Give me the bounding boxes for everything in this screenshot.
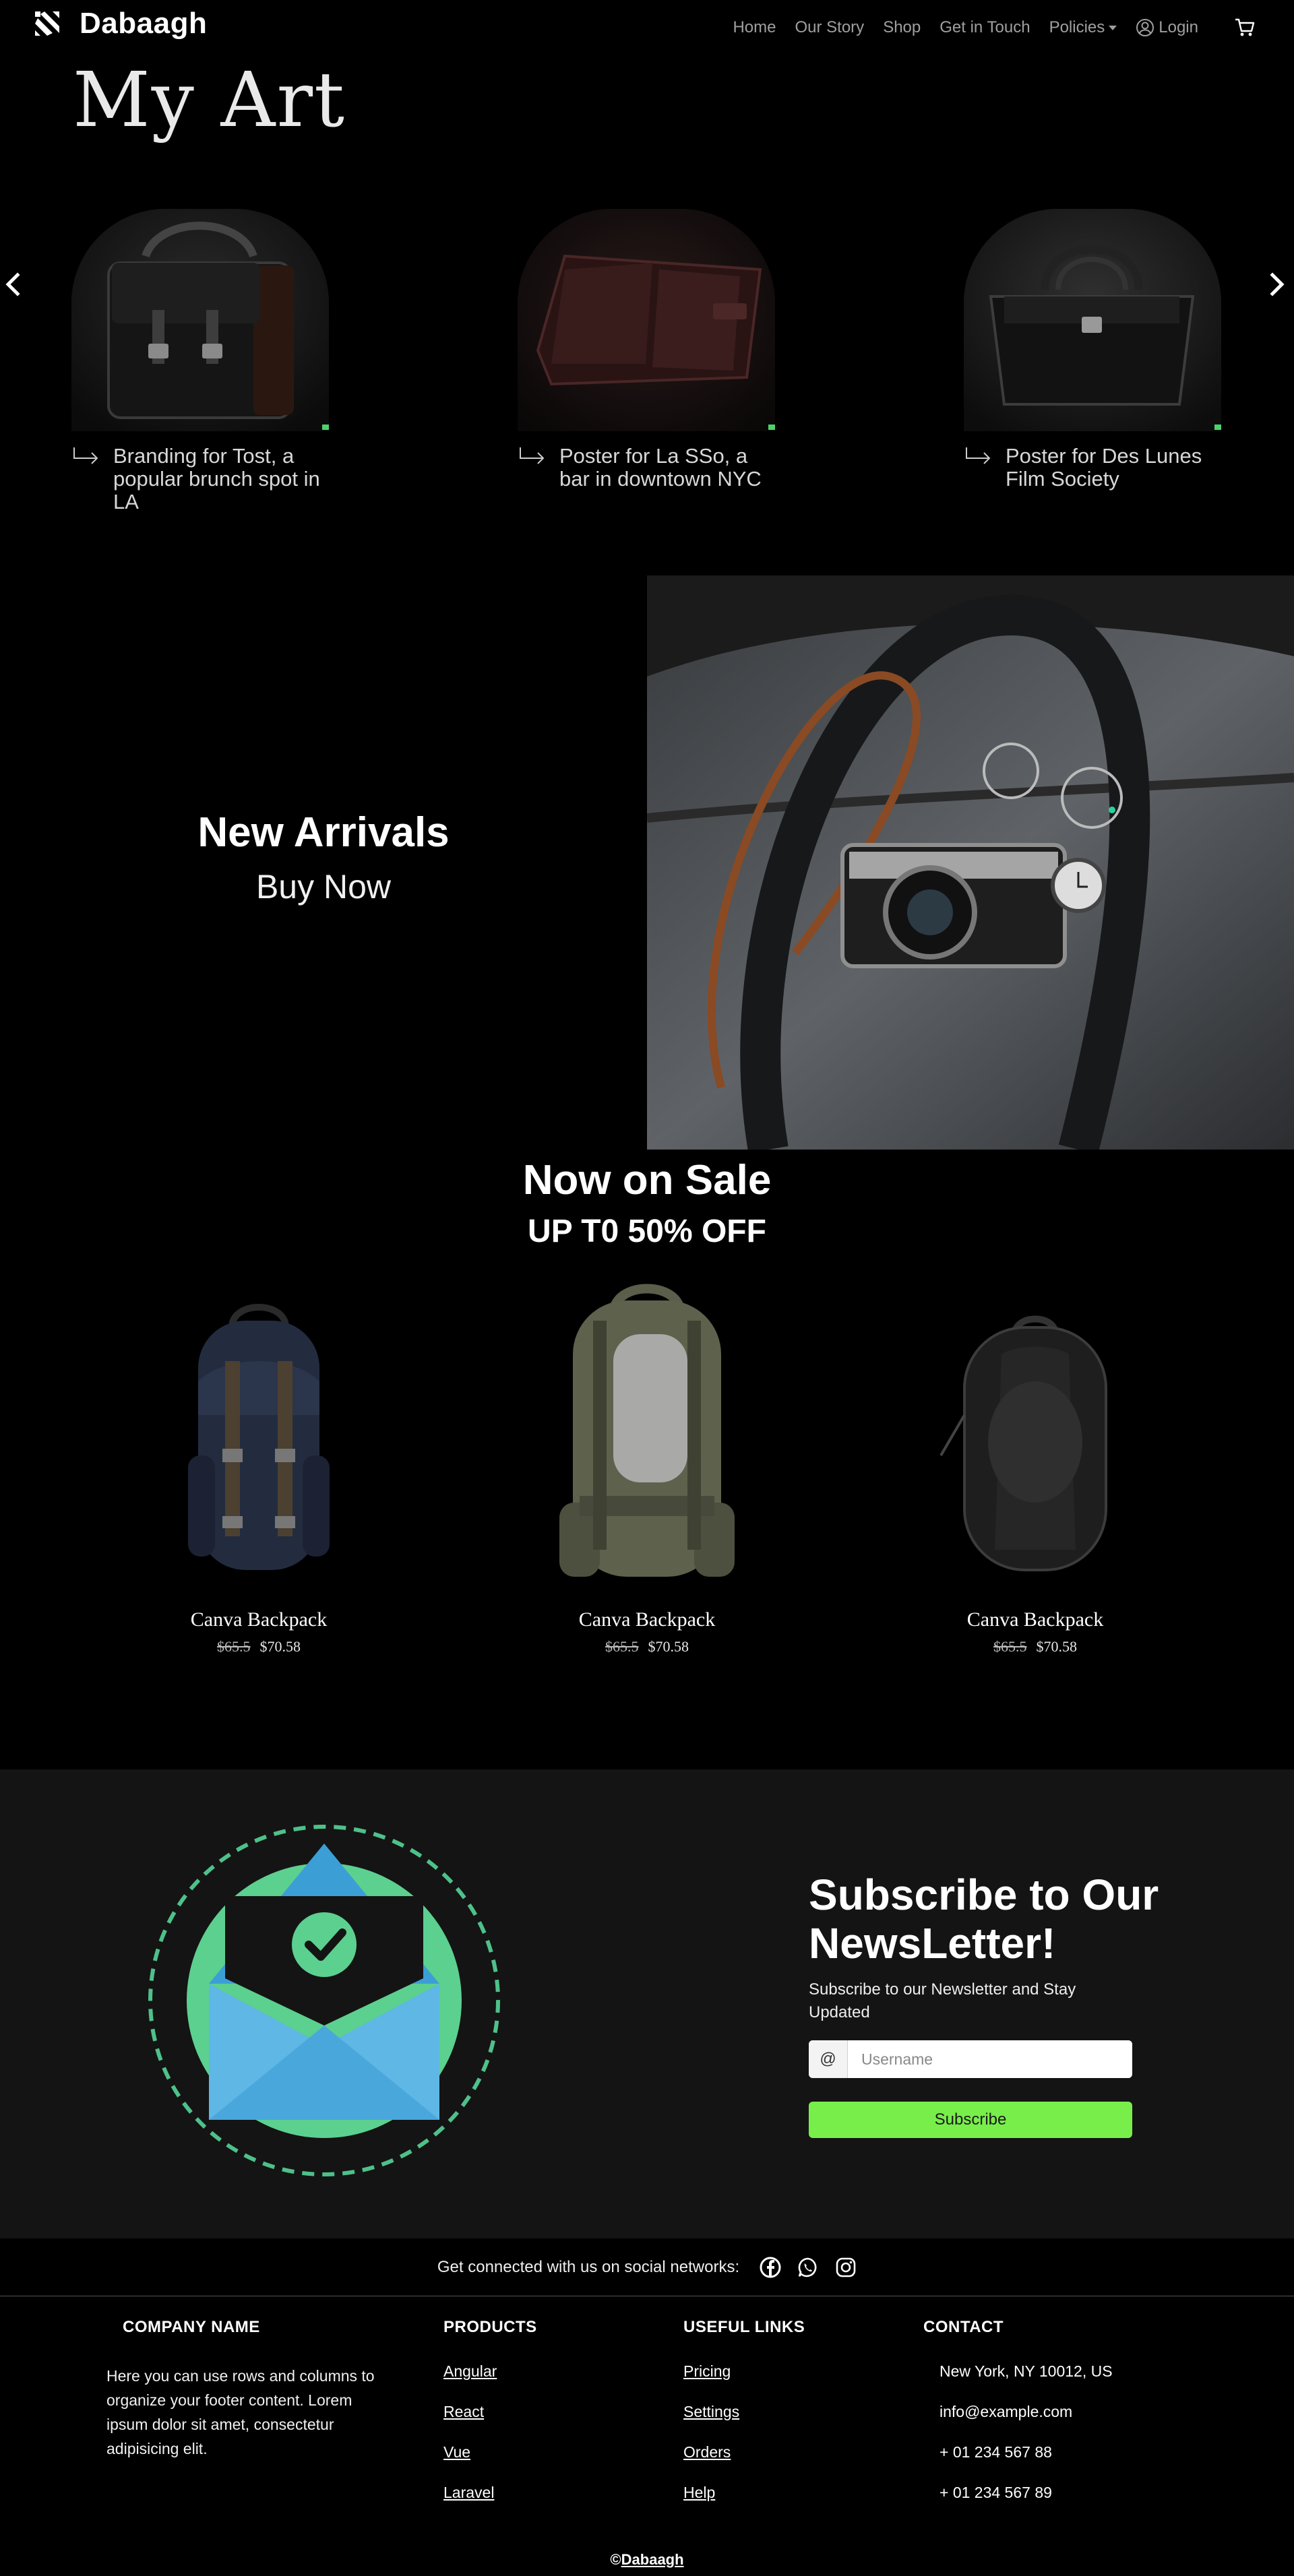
brand-name: Dabaagh xyxy=(80,7,208,40)
footer-link-react[interactable]: React xyxy=(443,2403,537,2443)
footer-company-text: Here you can use rows and columns to org… xyxy=(106,2367,375,2457)
old-price: $65.5 xyxy=(993,1638,1027,1655)
sale-title: Now on Sale xyxy=(522,1157,772,1203)
newsletter-description: Subscribe to our Newsletter and Stay Upd… xyxy=(809,1980,1076,2021)
corner-arrow-icon xyxy=(520,447,545,464)
slide-caption-text: Poster for La SSo, a bar in downtown NYC xyxy=(559,444,762,491)
footer-link-vue[interactable]: Vue xyxy=(443,2443,537,2484)
brand[interactable]: Dabaagh xyxy=(32,7,207,40)
social-bar: Get connected with us on social networks… xyxy=(0,2238,1294,2296)
newsletter-input-group: @ xyxy=(809,2040,1132,2078)
product-card[interactable]: Canva Backpack $65.5 $70.58 xyxy=(900,1280,1170,1656)
footer-link-settings[interactable]: Settings xyxy=(683,2403,805,2443)
page: Dabaagh Home Our Story Shop Get in Touch… xyxy=(0,0,1294,2576)
footer-link-angular[interactable]: Angular xyxy=(443,2362,537,2403)
contact-address: New York, NY 10012, US xyxy=(939,2362,1113,2380)
copyright: ©Dabaagh xyxy=(0,2551,1294,2569)
subscribe-button[interactable]: Subscribe xyxy=(809,2102,1132,2138)
product-card[interactable]: Canva Backpack $65.5 $70.58 xyxy=(512,1280,782,1656)
new-arrivals-title: New Arrivals xyxy=(197,809,450,856)
slide-caption-text: Branding for Tost, a popular brunch spot… xyxy=(113,444,320,513)
newsletter-section: Subscribe to Our NewsLetter! Subscribe t… xyxy=(0,1769,1294,2238)
footer-company: COMPANY NAME xyxy=(123,2318,260,2337)
cart-icon[interactable] xyxy=(1233,16,1256,39)
navbar: Dabaagh Home Our Story Shop Get in Touch… xyxy=(0,0,1294,54)
new-arrivals-image xyxy=(647,575,1294,1150)
corner-arrow-icon xyxy=(73,447,98,464)
social-text: Get connected with us on social networks… xyxy=(437,2257,740,2276)
username-input[interactable] xyxy=(848,2040,1132,2078)
nav-our-story-link[interactable]: Our Story xyxy=(795,18,864,37)
product-card[interactable]: Canva Backpack $65.5 $70.58 xyxy=(124,1280,394,1656)
footer-products-heading: PRODUCTS xyxy=(443,2318,537,2336)
facebook-icon[interactable] xyxy=(760,2257,781,2278)
slide-caption: Poster for La SSo, a bar in downtown NYC xyxy=(518,445,801,491)
slide-caption: Branding for Tost, a popular brunch spot… xyxy=(71,445,355,513)
slide-caption-text: Poster for Des Lunes Film Society xyxy=(1006,444,1202,491)
product-price: $65.5 $70.58 xyxy=(900,1638,1170,1656)
corner-arrow-icon xyxy=(966,447,991,464)
policies-label: Policies xyxy=(1049,18,1105,36)
product-name: Canva Backpack xyxy=(578,1608,716,1631)
product-image-navy-backpack xyxy=(188,1304,330,1570)
product-price: $65.5 $70.58 xyxy=(512,1638,782,1656)
slide-image-wallet xyxy=(518,209,775,431)
slide-image-briefcase xyxy=(71,209,329,431)
contact-email: info@example.com xyxy=(939,2403,1073,2420)
instagram-icon[interactable] xyxy=(835,2257,857,2278)
copyright-symbol: © xyxy=(610,2551,621,2568)
footer-company-text-block: Here you can use rows and columns to org… xyxy=(106,2364,376,2461)
carousel-slide[interactable]: Poster for La SSo, a bar in downtown NYC xyxy=(518,209,801,491)
newsletter-title: Subscribe to Our NewsLetter! xyxy=(809,1871,1159,1968)
footer-useful-heading: USEFUL LINKS xyxy=(683,2318,805,2336)
copyright-brand-link[interactable]: Dabaagh xyxy=(621,2551,684,2568)
nav-shop-link[interactable]: Shop xyxy=(883,18,921,37)
nav-home-link[interactable]: Home xyxy=(733,18,776,37)
contact-phone-1: + 01 234 567 88 xyxy=(939,2443,1052,2461)
nav-get-in-touch-link[interactable]: Get in Touch xyxy=(939,18,1030,37)
product-price: $65.5 $70.58 xyxy=(124,1638,394,1656)
carousel-next-icon[interactable] xyxy=(1266,271,1289,298)
footer-link-help[interactable]: Help xyxy=(683,2484,805,2524)
sale-price: $70.58 xyxy=(259,1638,301,1655)
footer-link-laravel[interactable]: Laravel xyxy=(443,2484,537,2524)
carousel-prev-icon[interactable] xyxy=(1,271,24,298)
buy-now-link[interactable]: Buy Now xyxy=(0,867,647,906)
sale-subtitle: UP T0 50% OFF xyxy=(528,1214,766,1249)
footer-company-heading: COMPANY NAME xyxy=(123,2318,260,2336)
footer-useful-links: USEFUL LINKS Pricing Settings Orders Hel… xyxy=(683,2318,805,2524)
product-name: Canva Backpack xyxy=(966,1608,1104,1631)
contact-phone-2: + 01 234 567 89 xyxy=(939,2484,1052,2501)
slide-image-handbag xyxy=(964,209,1221,431)
sale-price: $70.58 xyxy=(648,1638,689,1655)
chevron-down-icon xyxy=(1109,26,1117,31)
new-arrivals-block: New Arrivals Buy Now xyxy=(0,809,647,906)
user-circle-icon xyxy=(1136,19,1154,36)
footer-products: PRODUCTS Angular React Vue Laravel xyxy=(443,2318,537,2524)
whatsapp-icon[interactable] xyxy=(797,2257,819,2278)
carousel-slide[interactable]: Poster for Des Lunes Film Society xyxy=(964,209,1247,491)
nav-policies-dropdown[interactable]: Policies xyxy=(1049,18,1117,37)
footer-contact: CONTACT New York, NY 10012, US info@exam… xyxy=(923,2318,1113,2524)
sale-price: $70.58 xyxy=(1036,1638,1078,1655)
footer-link-orders[interactable]: Orders xyxy=(683,2443,805,2484)
newsletter-envelope-icon xyxy=(148,1825,500,2176)
carousel-slide[interactable]: Branding for Tost, a popular brunch spot… xyxy=(71,209,355,513)
product-image-hiking-backpack xyxy=(559,1284,735,1577)
slide-caption: Poster for Des Lunes Film Society xyxy=(964,445,1247,491)
hero-title: My Art xyxy=(73,57,346,144)
nav-menu: Home Our Story Shop Get in Touch Policie… xyxy=(733,16,1256,39)
product-image-black-backpack xyxy=(939,1315,1107,1571)
old-price: $65.5 xyxy=(605,1638,639,1655)
footer-link-pricing[interactable]: Pricing xyxy=(683,2362,805,2403)
at-sign-addon: @ xyxy=(809,2040,848,2078)
nav-login-link[interactable]: Login xyxy=(1136,18,1198,37)
product-name: Canva Backpack xyxy=(190,1608,328,1631)
old-price: $65.5 xyxy=(217,1638,251,1655)
footer-contact-heading: CONTACT xyxy=(923,2318,1004,2336)
brand-logo-icon xyxy=(35,11,59,36)
login-label: Login xyxy=(1159,18,1198,36)
